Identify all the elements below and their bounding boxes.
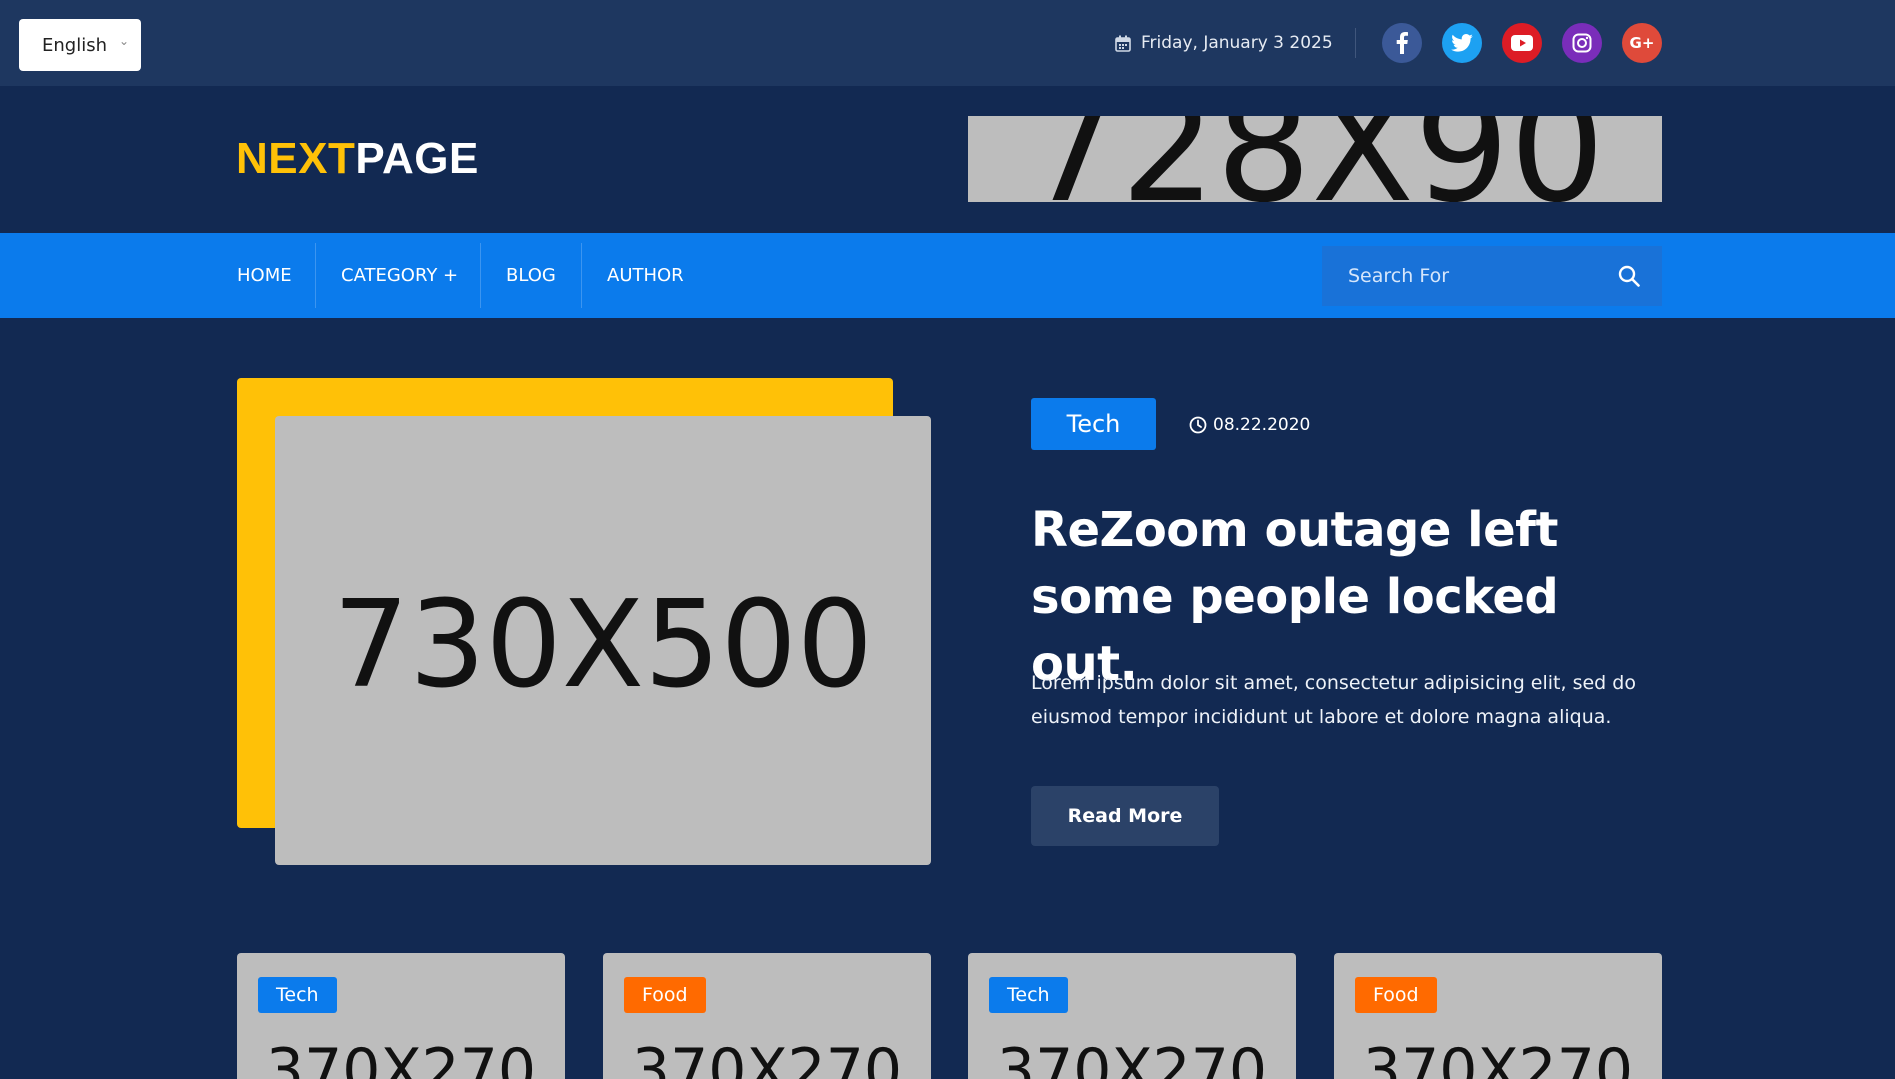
top-date-text: Friday, January 3 2025 <box>1141 33 1333 53</box>
hero-category-badge[interactable]: Tech <box>1031 398 1156 450</box>
post-card[interactable]: Food 370X270 <box>1334 953 1662 1079</box>
twitter-icon <box>1451 34 1473 52</box>
instagram-link[interactable] <box>1562 23 1602 63</box>
card-image-label: 370X270 <box>631 1036 903 1079</box>
top-date: Friday, January 3 2025 <box>1115 29 1333 57</box>
google-plus-link[interactable]: G+ <box>1622 23 1662 63</box>
divider <box>1355 28 1356 58</box>
youtube-link[interactable] <box>1502 23 1542 63</box>
calendar-icon <box>1115 35 1131 52</box>
nav-item-home[interactable]: HOME <box>237 233 292 318</box>
card-category-badge[interactable]: Food <box>624 977 706 1013</box>
site-logo[interactable]: NEXTPAGE <box>236 134 479 184</box>
facebook-icon <box>1396 32 1408 54</box>
search-box <box>1322 246 1662 306</box>
twitter-link[interactable] <box>1442 23 1482 63</box>
nav-divider <box>581 243 582 308</box>
nav-divider <box>480 243 481 308</box>
top-bar: English ⌄ Friday, January 3 2025 G+ <box>0 0 1895 86</box>
clock-icon <box>1189 416 1207 434</box>
card-category-badge[interactable]: Tech <box>258 977 337 1013</box>
post-card[interactable]: Food 370X270 <box>603 953 931 1079</box>
post-card[interactable]: Tech 370X270 <box>237 953 565 1079</box>
logo-part-1: NEXT <box>236 134 356 183</box>
ad-banner-label: 728X90 <box>968 116 1662 202</box>
chevron-down-icon: ⌄ <box>118 34 129 48</box>
instagram-icon <box>1572 33 1592 53</box>
hero-excerpt: Lorem ipsum dolor sit amet, consectetur … <box>1031 672 1636 728</box>
card-category-badge[interactable]: Tech <box>989 977 1068 1013</box>
hero-date-text: 08.22.2020 <box>1213 415 1311 435</box>
post-card[interactable]: Tech 370X270 <box>968 953 1296 1079</box>
ad-banner-placeholder[interactable]: 728X90 <box>968 116 1662 202</box>
search-input[interactable] <box>1322 246 1602 306</box>
card-image-label: 370X270 <box>1362 1036 1634 1079</box>
hero-image-label: 730X500 <box>332 575 874 715</box>
language-select-value: English <box>42 34 107 56</box>
youtube-icon <box>1511 35 1533 51</box>
language-select[interactable]: English ⌄ <box>19 19 141 71</box>
search-icon[interactable] <box>1618 265 1640 287</box>
card-image-label: 370X270 <box>996 1036 1268 1079</box>
nav-item-blog[interactable]: BLOG <box>506 233 556 318</box>
logo-part-2: PAGE <box>355 134 479 183</box>
nav-item-author[interactable]: AUTHOR <box>607 233 684 318</box>
card-image-label: 370X270 <box>265 1036 537 1079</box>
hero-date: 08.22.2020 <box>1189 411 1310 439</box>
facebook-link[interactable] <box>1382 23 1422 63</box>
google-plus-icon: G+ <box>1629 34 1655 52</box>
read-more-button[interactable]: Read More <box>1031 786 1219 846</box>
nav-divider <box>315 243 316 308</box>
card-category-badge[interactable]: Food <box>1355 977 1437 1013</box>
nav-item-category[interactable]: CATEGORY + <box>341 233 458 318</box>
hero-image-placeholder[interactable]: 730X500 <box>275 416 931 865</box>
